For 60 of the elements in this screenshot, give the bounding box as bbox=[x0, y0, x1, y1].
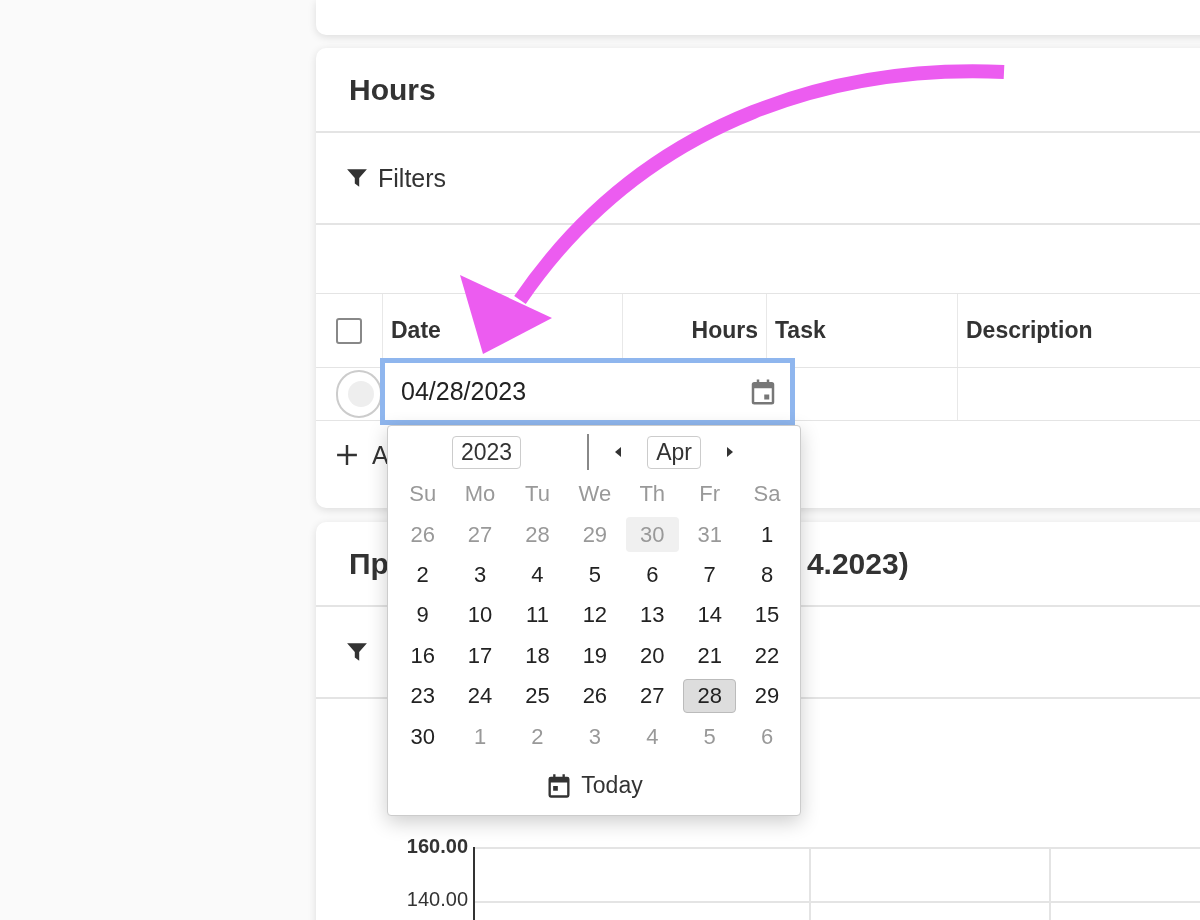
calendar-day[interactable]: 9 bbox=[396, 598, 450, 633]
calendar-day[interactable]: 21 bbox=[682, 638, 737, 673]
filter-icon bbox=[346, 167, 368, 189]
checkbox[interactable] bbox=[336, 317, 362, 344]
column-header[interactable]: Date bbox=[391, 317, 441, 344]
calendar-day[interactable]: 22 bbox=[740, 638, 794, 673]
calendar-day[interactable]: 4 bbox=[510, 557, 565, 593]
calendar-day[interactable]: 10 bbox=[453, 598, 507, 633]
plus-icon bbox=[336, 444, 358, 466]
weekday-label: Fr bbox=[698, 480, 722, 509]
calendar-day[interactable]: 24 bbox=[453, 678, 507, 714]
calendar-day[interactable]: 3 bbox=[453, 557, 507, 593]
axis-tick-label: 140.00 bbox=[406, 888, 468, 911]
weekday-label: Sa bbox=[752, 480, 782, 509]
column-header[interactable]: Hours bbox=[691, 317, 758, 344]
weekday-label: Mo bbox=[463, 480, 497, 509]
calendar-day[interactable]: 11 bbox=[510, 598, 565, 633]
card-title: Пр bbox=[349, 546, 389, 581]
column-header[interactable]: Description bbox=[966, 317, 1093, 344]
filter-icon[interactable] bbox=[346, 641, 368, 663]
today-button[interactable]: Today bbox=[539, 770, 649, 801]
calendar-day[interactable]: 5 bbox=[568, 557, 622, 593]
row-toggle[interactable] bbox=[336, 370, 382, 418]
calendar-day[interactable]: 13 bbox=[625, 598, 679, 633]
column-header[interactable]: Task bbox=[775, 317, 826, 344]
calendar-day[interactable]: 16 bbox=[396, 638, 450, 673]
calendar-day[interactable]: 20 bbox=[625, 638, 679, 673]
calendar-day[interactable]: 29 bbox=[740, 678, 794, 714]
card-title: 4.2023) bbox=[806, 546, 909, 581]
add-link[interactable]: A bbox=[372, 440, 389, 470]
calendar-day[interactable]: 27 bbox=[625, 678, 679, 714]
year-select[interactable]: 2023 bbox=[452, 435, 522, 469]
calendar-day[interactable]: 19 bbox=[568, 638, 622, 673]
calendar-day[interactable]: 18 bbox=[510, 638, 565, 673]
calendar-day[interactable]: 17 bbox=[453, 638, 507, 673]
calendar-day[interactable]: 25 bbox=[510, 678, 565, 714]
month-select[interactable]: Apr bbox=[647, 435, 701, 469]
right-triangle-icon bbox=[724, 446, 735, 458]
weekday-label: Th bbox=[638, 480, 667, 509]
date-value: 04/28/2023 bbox=[401, 377, 527, 406]
axis-tick-label: 160.00 bbox=[406, 835, 468, 858]
calendar-day[interactable]: 2 bbox=[396, 557, 450, 593]
weekday-label: Tu bbox=[524, 480, 551, 509]
date-input[interactable]: 04/28/2023 bbox=[380, 358, 795, 425]
weekday-label: We bbox=[577, 480, 613, 509]
calendar-day[interactable]: 14 bbox=[682, 598, 737, 633]
calendar-day[interactable]: 28 bbox=[682, 678, 737, 714]
calendar-day[interactable]: 15 bbox=[740, 598, 794, 633]
card-title: Hours bbox=[349, 72, 436, 107]
calendar-day[interactable]: 12 bbox=[568, 598, 622, 633]
calendar-day[interactable]: 1 bbox=[740, 517, 794, 552]
calendar-day[interactable]: 26 bbox=[568, 678, 622, 714]
calendar-day[interactable]: 30 bbox=[396, 719, 450, 754]
filters-button[interactable]: Filters bbox=[346, 163, 447, 193]
left-triangle-icon bbox=[613, 446, 624, 458]
calendar-day[interactable]: 23 bbox=[396, 678, 450, 714]
weekday-label: Su bbox=[408, 480, 438, 509]
calendar-day[interactable]: 6 bbox=[625, 557, 679, 593]
calendar-day[interactable]: 8 bbox=[740, 557, 794, 593]
calendar-day[interactable]: 7 bbox=[682, 557, 737, 593]
